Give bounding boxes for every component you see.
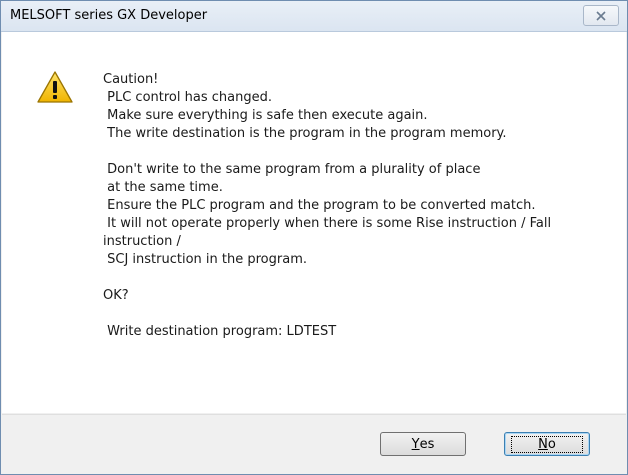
message-line xyxy=(103,269,613,287)
message-line: Ensure the PLC program and the program t… xyxy=(103,198,536,213)
focus-rectangle: No xyxy=(511,435,583,453)
yes-mnemonic: Y xyxy=(411,436,420,452)
message-line: instruction / xyxy=(103,234,181,249)
window-title: MELSOFT series GX Developer xyxy=(10,8,208,23)
message-line: The write destination is the program in … xyxy=(103,126,507,141)
message-line xyxy=(103,305,613,323)
dialog-window: MELSOFT series GX Developer Caution! PLC… xyxy=(0,0,628,475)
warning-triangle-icon xyxy=(37,71,73,103)
message-line: Make sure everything is safe then execut… xyxy=(103,108,428,123)
dialog-content: Caution! PLC control has changed. Make s… xyxy=(2,32,626,413)
dialog-message: Caution! PLC control has changed. Make s… xyxy=(103,71,613,341)
no-button[interactable]: No xyxy=(504,432,590,456)
close-x-icon xyxy=(596,10,606,21)
yes-label: es xyxy=(419,436,435,452)
message-line xyxy=(103,143,613,161)
message-line: It will not operate properly when there … xyxy=(103,216,552,231)
no-mnemonic: N xyxy=(538,436,548,452)
close-button[interactable] xyxy=(583,5,619,26)
title-bar[interactable]: MELSOFT series GX Developer xyxy=(1,1,627,32)
message-line: SCJ instruction in the program. xyxy=(103,252,307,267)
message-line: OK? xyxy=(103,288,129,303)
dialog-footer: Yes No xyxy=(2,414,626,473)
yes-button[interactable]: Yes xyxy=(380,432,466,456)
message-line: PLC control has changed. xyxy=(103,90,272,105)
message-line: at the same time. xyxy=(103,180,223,195)
message-line: Caution! xyxy=(103,72,159,87)
no-label: o xyxy=(547,436,556,452)
message-line: Write destination program: LDTEST xyxy=(103,324,337,339)
message-line: Don't write to the same program from a p… xyxy=(103,162,481,177)
